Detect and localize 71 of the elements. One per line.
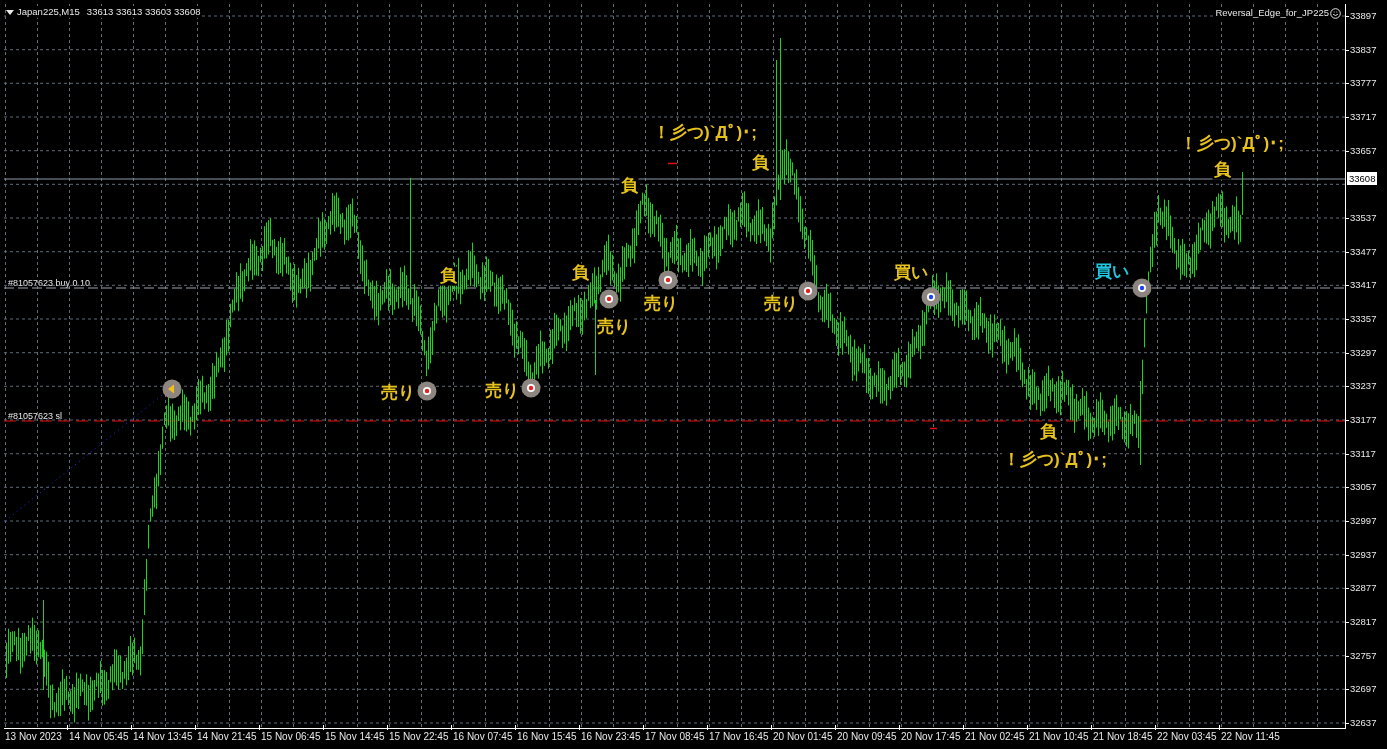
- sell-marker-icon: [521, 378, 541, 398]
- sell-marker-icon: [798, 281, 818, 301]
- sell-marker-icon: [658, 270, 678, 290]
- arrow-marker-icon: [162, 379, 182, 399]
- price-label: 32637: [1350, 716, 1377, 730]
- chart-annotation: 負: [438, 266, 458, 286]
- time-label: 14 Nov 13:45: [133, 731, 193, 742]
- order-label: #81057623 sl: [8, 411, 63, 421]
- chart-annotation: ！彡つ)`Дﾟ)･;: [1179, 134, 1285, 154]
- time-label: 17 Nov 16:45: [709, 731, 769, 742]
- price-label: 33777: [1350, 76, 1377, 91]
- chart-annotation: ！彡つ)`Дﾟ)･;: [1002, 450, 1108, 470]
- price-label: 33477: [1350, 244, 1377, 259]
- time-label: 17 Nov 08:45: [645, 731, 705, 742]
- time-label: 14 Nov 05:45: [69, 731, 129, 742]
- price-label: 33237: [1350, 379, 1377, 394]
- time-label: 15 Nov 06:45: [261, 731, 321, 742]
- time-label: 13 Nov 2023: [5, 731, 62, 742]
- time-label: 15 Nov 14:45: [325, 731, 385, 742]
- price-label: 32697: [1350, 682, 1377, 697]
- chart-annotation: 負: [619, 176, 639, 196]
- chart-annotation: 負: [1212, 160, 1232, 180]
- chart-annotation: 買い: [1094, 262, 1130, 282]
- indicator-name: Reversal_Edge_for_JP225: [1215, 7, 1329, 19]
- price-label: 32757: [1350, 648, 1377, 663]
- chart-annotation: 売り: [380, 383, 416, 403]
- price-label: 33117: [1350, 446, 1376, 461]
- time-label: 15 Nov 22:45: [389, 731, 449, 742]
- price-label: 33177: [1350, 413, 1377, 427]
- price-label: 32997: [1350, 514, 1377, 528]
- chart-symbol: Japan225,M15: [17, 6, 80, 18]
- time-label: 22 Nov 03:45: [1157, 731, 1217, 742]
- time-label: 16 Nov 07:45: [453, 731, 513, 742]
- time-label: 14 Nov 21:45: [197, 731, 257, 742]
- price-label: 32877: [1350, 581, 1377, 596]
- price-label: 33297: [1350, 345, 1377, 360]
- chart-annotation: 負: [570, 263, 590, 283]
- price-label: 32937: [1350, 547, 1377, 562]
- price-label: 33357: [1350, 312, 1377, 326]
- price-label: 33897: [1350, 9, 1377, 23]
- price-label: 33657: [1350, 143, 1377, 158]
- chart-annotation: 買い: [893, 263, 929, 283]
- time-label: 22 Nov 11:45: [1221, 731, 1280, 742]
- order-label: #81057623 buy 0.10: [8, 278, 91, 288]
- price-label: 33837: [1350, 42, 1377, 57]
- time-label: 21 Nov 10:45: [1029, 731, 1089, 742]
- time-label: 20 Nov 09:45: [837, 731, 897, 742]
- price-label: 33537: [1350, 211, 1377, 225]
- time-label: 20 Nov 01:45: [773, 731, 833, 742]
- time-label: 21 Nov 02:45: [965, 731, 1025, 742]
- price-label: 32817: [1350, 615, 1377, 629]
- price-label: 33057: [1350, 480, 1377, 495]
- price-label: 33717: [1350, 110, 1377, 124]
- buy-marker-icon: [921, 287, 941, 307]
- smiley-icon: [1330, 7, 1341, 19]
- chart-annotation: 負: [1038, 422, 1058, 442]
- sell-marker-icon: [599, 289, 619, 309]
- time-label: 16 Nov 15:45: [517, 731, 577, 742]
- dropdown-icon[interactable]: [6, 9, 14, 15]
- chart-annotation: 売り: [643, 294, 679, 314]
- chart-annotation: 売り: [596, 317, 632, 337]
- buy-marker-icon: [1132, 278, 1152, 298]
- time-label: 20 Nov 17:45: [901, 731, 961, 742]
- chart-annotation: 負: [750, 153, 770, 173]
- time-label: 21 Nov 18:45: [1093, 731, 1153, 742]
- current-price-label: 33608: [1347, 172, 1378, 185]
- chart-annotation: 売り: [484, 381, 520, 401]
- chart-quotes: 33613 33613 33603 33608: [86, 6, 201, 18]
- price-label: 33417: [1350, 278, 1377, 293]
- sell-marker-icon: [417, 381, 437, 401]
- time-label: 16 Nov 23:45: [581, 731, 641, 742]
